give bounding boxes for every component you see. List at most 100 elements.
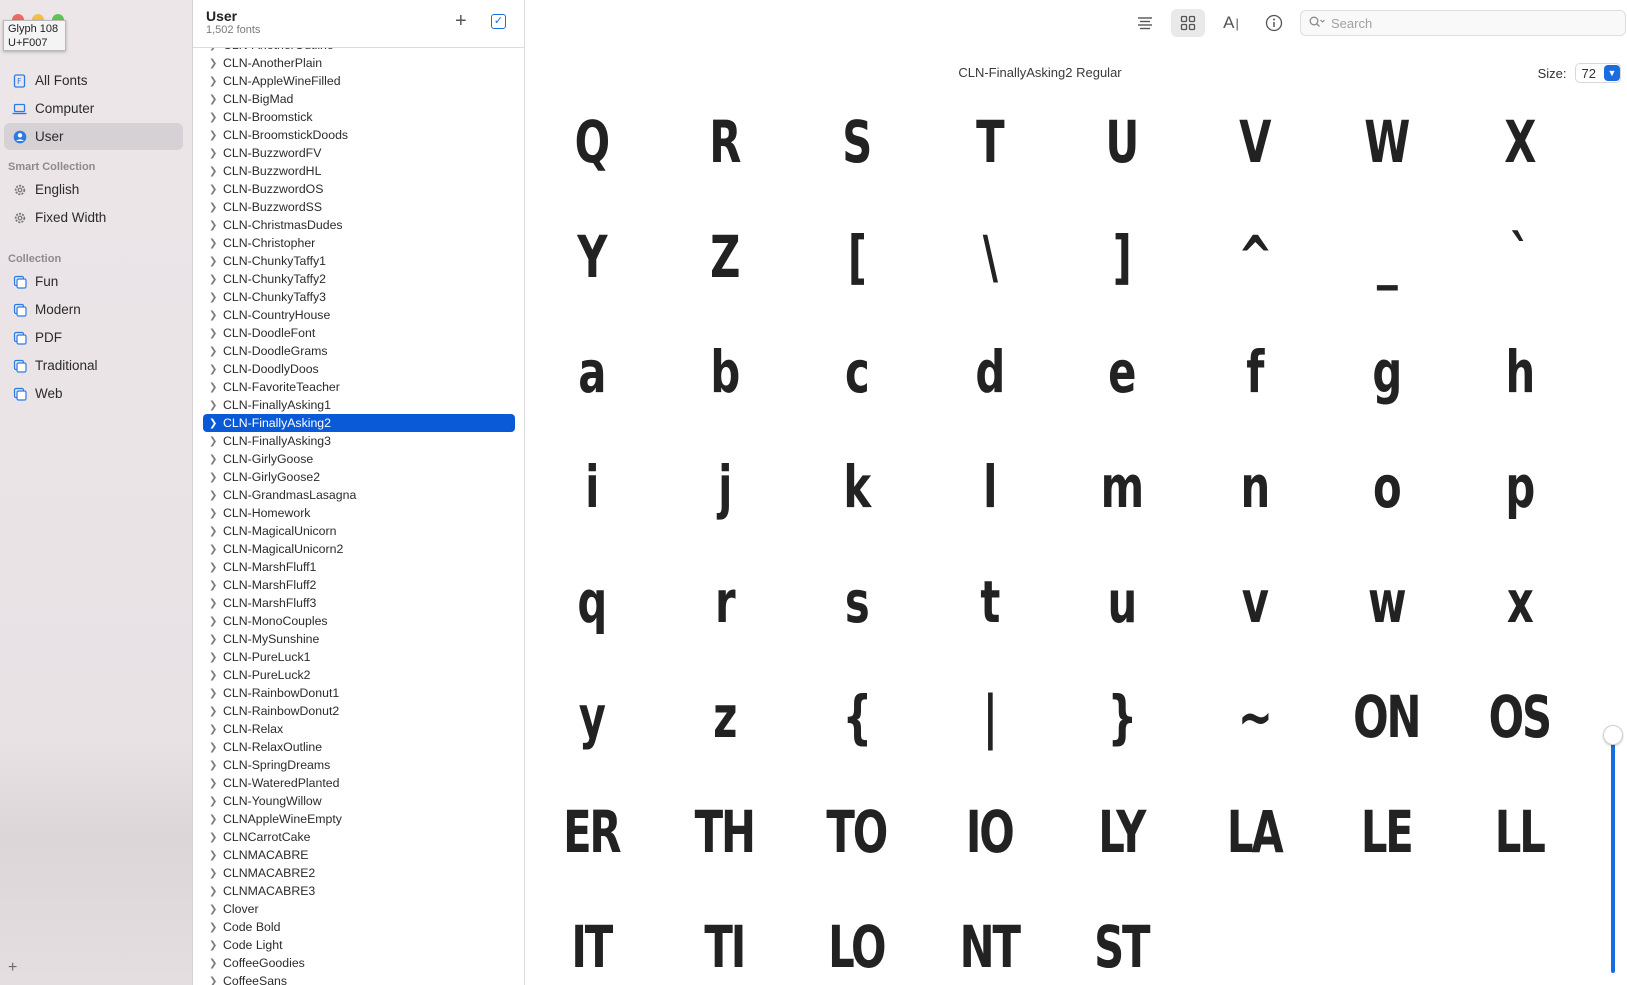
chevron-right-icon[interactable]: ❯: [209, 310, 223, 321]
font-list-item[interactable]: ❯ CLN-Broomstick: [203, 108, 515, 126]
font-list-item[interactable]: ❯ CLN-GirlyGoose2: [203, 468, 515, 486]
chevron-right-icon[interactable]: ❯: [209, 652, 223, 663]
font-list-item[interactable]: ❯ Code Bold: [203, 918, 515, 936]
chevron-right-icon[interactable]: ❯: [209, 976, 223, 985]
chevron-right-icon[interactable]: ❯: [209, 940, 223, 951]
chevron-right-icon[interactable]: ❯: [209, 112, 223, 123]
glyph-cell[interactable]: f: [1206, 314, 1301, 429]
glyph-cell[interactable]: h: [1471, 314, 1566, 429]
font-list-item[interactable]: ❯ CLN-FavoriteTeacher: [203, 378, 515, 396]
sidebar-item-english[interactable]: English: [4, 176, 183, 203]
glyph-cell[interactable]: LY: [1074, 774, 1169, 889]
chevron-right-icon[interactable]: ❯: [209, 94, 223, 105]
glyph-cell[interactable]: IT: [544, 889, 639, 985]
font-list-item[interactable]: ❯ CLN-DoodleFont: [203, 324, 515, 342]
chevron-right-icon[interactable]: ❯: [209, 904, 223, 915]
font-list-item[interactable]: ❯ CLN-YoungWillow: [203, 792, 515, 810]
font-list-item[interactable]: ❯ CLNAppleWineEmpty: [203, 810, 515, 828]
font-list-item[interactable]: ❯ CLN-MarshFluff1: [203, 558, 515, 576]
sidebar-item-computer[interactable]: Computer: [4, 95, 183, 122]
glyph-cell[interactable]: ]: [1074, 199, 1169, 314]
glyph-cell[interactable]: Y: [544, 199, 639, 314]
sidebar-item-pdf[interactable]: PDF: [4, 324, 183, 351]
search-input[interactable]: [1331, 15, 1611, 31]
font-list-item[interactable]: ❯ CLN-Relax: [203, 720, 515, 738]
font-list-item[interactable]: ❯ CLN-RelaxOutline: [203, 738, 515, 756]
chevron-right-icon[interactable]: ❯: [209, 472, 223, 483]
glyph-cell[interactable]: U: [1074, 84, 1169, 199]
font-list-item[interactable]: ❯ CLN-PureLuck1: [203, 648, 515, 666]
font-list-item[interactable]: ❯ CoffeeSans: [203, 972, 515, 985]
glyph-cell[interactable]: LA: [1206, 774, 1301, 889]
sidebar-item-fixed-width[interactable]: Fixed Width: [4, 204, 183, 231]
font-list-item[interactable]: ❯ CLN-ChunkyTaffy3: [203, 288, 515, 306]
font-list-item[interactable]: ❯ CLN-BuzzwordOS: [203, 180, 515, 198]
chevron-right-icon[interactable]: ❯: [209, 598, 223, 609]
chevron-right-icon[interactable]: ❯: [209, 292, 223, 303]
chevron-right-icon[interactable]: ❯: [209, 562, 223, 573]
glyph-cell[interactable]: S: [809, 84, 904, 199]
glyph-cell[interactable]: _: [1339, 199, 1434, 314]
add-font-button[interactable]: +: [455, 11, 467, 31]
chevron-right-icon[interactable]: ❯: [209, 760, 223, 771]
sidebar-item-fun[interactable]: Fun: [4, 268, 183, 295]
glyph-cell[interactable]: IO: [941, 774, 1036, 889]
font-list-item[interactable]: ❯ CLN-SpringDreams: [203, 756, 515, 774]
font-list-item[interactable]: ❯ Code Light: [203, 936, 515, 954]
font-list-item[interactable]: ❯ CLN-FinallyAsking1: [203, 396, 515, 414]
chevron-right-icon[interactable]: ❯: [209, 544, 223, 555]
glyph-cell[interactable]: b: [676, 314, 771, 429]
size-slider-track[interactable]: [1611, 735, 1615, 973]
chevron-right-icon[interactable]: ❯: [209, 148, 223, 159]
size-slider-knob[interactable]: [1603, 725, 1623, 745]
sidebar-item-web[interactable]: Web: [4, 380, 183, 407]
glyph-cell[interactable]: m: [1074, 429, 1169, 544]
font-list-item[interactable]: ❯ CLN-WateredPlanted: [203, 774, 515, 792]
chevron-right-icon[interactable]: ❯: [209, 922, 223, 933]
glyph-cell[interactable]: `: [1471, 199, 1566, 314]
font-list-item[interactable]: ❯ CLN-ChunkyTaffy1: [203, 252, 515, 270]
font-list-item[interactable]: ❯ CLN-RainbowDonut2: [203, 702, 515, 720]
glyph-cell[interactable]: \: [941, 199, 1036, 314]
chevron-right-icon[interactable]: ❯: [209, 256, 223, 267]
glyph-cell[interactable]: ^: [1206, 199, 1301, 314]
chevron-right-icon[interactable]: ❯: [209, 526, 223, 537]
font-list-item[interactable]: ❯ CLN-MagicalUnicorn: [203, 522, 515, 540]
glyph-cell[interactable]: y: [544, 659, 639, 774]
chevron-right-icon[interactable]: ❯: [209, 400, 223, 411]
font-list-item[interactable]: ❯ CLN-GirlyGoose: [203, 450, 515, 468]
font-list-item[interactable]: ❯ CLN-Christopher: [203, 234, 515, 252]
glyph-cell[interactable]: [: [809, 199, 904, 314]
glyph-cell[interactable]: Z: [676, 199, 771, 314]
chevron-right-icon[interactable]: ❯: [209, 796, 223, 807]
chevron-right-icon[interactable]: ❯: [209, 706, 223, 717]
glyph-cell[interactable]: V: [1206, 84, 1301, 199]
chevron-right-icon[interactable]: ❯: [209, 130, 223, 141]
font-list-item[interactable]: ❯ CLN-ChristmasDudes: [203, 216, 515, 234]
glyph-cell[interactable]: u: [1074, 544, 1169, 659]
font-list-item[interactable]: ❯ CLN-MySunshine: [203, 630, 515, 648]
chevron-right-icon[interactable]: ❯: [209, 814, 223, 825]
chevron-right-icon[interactable]: ❯: [209, 724, 223, 735]
font-list-item[interactable]: ❯ CLN-BuzzwordSS: [203, 198, 515, 216]
font-list-item[interactable]: ❯ CLN-GrandmasLasagna: [203, 486, 515, 504]
font-list-item[interactable]: ❯ CLN-MagicalUnicorn2: [203, 540, 515, 558]
font-list-item[interactable]: ❯ CLN-CountryHouse: [203, 306, 515, 324]
chevron-right-icon[interactable]: ❯: [209, 958, 223, 969]
font-list-item[interactable]: ❯ CLN-MarshFluff3: [203, 594, 515, 612]
font-list-item[interactable]: ❯ CLN-Homework: [203, 504, 515, 522]
glyph-cell[interactable]: ON: [1339, 659, 1434, 774]
chevron-right-icon[interactable]: ❯: [209, 328, 223, 339]
chevron-right-icon[interactable]: ❯: [209, 634, 223, 645]
glyph-cell[interactable]: t: [941, 544, 1036, 659]
chevron-right-icon[interactable]: ❯: [209, 382, 223, 393]
font-list-item[interactable]: ❯ CLN-BigMad: [203, 90, 515, 108]
sidebar-item-user[interactable]: User: [4, 123, 183, 150]
glyph-cell[interactable]: LL: [1471, 774, 1566, 889]
chevron-right-icon[interactable]: ❯: [209, 832, 223, 843]
font-list-item[interactable]: ❯ CoffeeGoodies: [203, 954, 515, 972]
glyph-cell[interactable]: }: [1074, 659, 1169, 774]
glyph-cell[interactable]: ER: [544, 774, 639, 889]
font-list-item[interactable]: ❯ CLN-PureLuck2: [203, 666, 515, 684]
chevron-right-icon[interactable]: ❯: [209, 688, 223, 699]
